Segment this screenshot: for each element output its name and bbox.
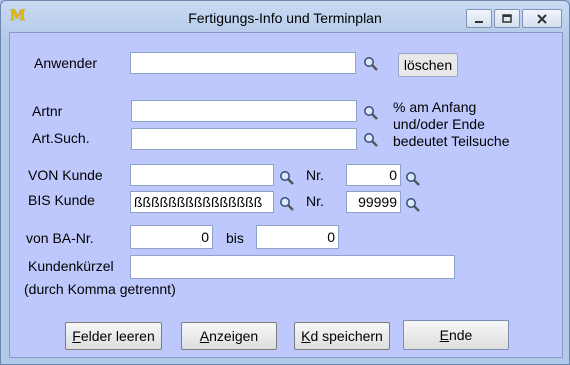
bis-nr-input[interactable]: 99999 [346, 191, 401, 213]
loeschen-button[interactable]: löschen [398, 53, 458, 77]
loeschen-label: löschen [403, 57, 453, 73]
ende-button[interactable]: Ende [403, 320, 509, 350]
anzeigen-button[interactable]: Anzeigen [181, 322, 277, 350]
bis-kunde-label: BIS Kunde [28, 192, 95, 208]
von-nr-input[interactable]: 0 [346, 164, 401, 186]
partial-search-hint: % am Anfang und/oder Ende bedeutet Teils… [393, 99, 510, 150]
artsuch-label: Art.Such. [32, 130, 90, 146]
von-ba-label: von BA-Nr. [26, 230, 94, 246]
form-panel: Anwender löschen Artnr Art.Such. % am An… [9, 32, 563, 358]
hint-line-1: % am Anfang [393, 99, 477, 115]
kd-speichern-mnemonic: K [301, 328, 311, 344]
hint-line-3: bedeutet Teilsuche [393, 133, 510, 149]
artsuch-input[interactable] [131, 128, 357, 150]
von-kunde-search-icon[interactable] [279, 170, 295, 186]
main-window: M Fertigungs-Info und Terminplan Anwende… [0, 0, 570, 365]
felder-leeren-mnemonic: F [72, 328, 81, 344]
close-button[interactable] [522, 9, 562, 28]
von-nr-search-icon[interactable] [405, 171, 421, 187]
felder-leeren-button[interactable]: Felder leeren [65, 322, 162, 350]
von-kunde-label: VON Kunde [28, 167, 103, 183]
artnr-label: Artnr [32, 103, 63, 119]
hint-line-2: und/oder Ende [393, 116, 485, 132]
minimize-icon [475, 20, 483, 23]
bis-kunde-input[interactable]: ßßßßßßßßßßßßßßß [130, 191, 274, 213]
bis-ba-input[interactable]: 0 [256, 225, 339, 249]
felder-leeren-label: elder leeren [80, 328, 155, 344]
von-nr-label: Nr. [306, 167, 324, 183]
bis-nr-label: Nr. [306, 193, 324, 209]
anzeigen-mnemonic: A [199, 328, 210, 344]
von-kunde-input[interactable] [130, 164, 274, 186]
anzeigen-label: nzeigen [209, 328, 259, 344]
anwender-label: Anwender [34, 55, 98, 71]
maximize-button[interactable] [494, 9, 520, 28]
artnr-search-icon[interactable] [363, 105, 379, 121]
ende-mnemonic: E [439, 327, 449, 343]
von-ba-input[interactable]: 0 [130, 225, 213, 249]
title-bar[interactable]: M Fertigungs-Info und Terminplan [1, 1, 569, 32]
kuerzel-input[interactable] [130, 255, 455, 279]
artsuch-search-icon[interactable] [363, 132, 379, 148]
anwender-input[interactable] [130, 52, 356, 74]
kuerzel-label: Kundenkürzel [28, 258, 114, 274]
artnr-input[interactable] [131, 100, 357, 122]
maximize-icon [502, 13, 512, 23]
kuerzel-sublabel: (durch Komma getrennt) [24, 281, 176, 297]
bis-nr-search-icon[interactable] [405, 197, 421, 213]
anwender-search-icon[interactable] [363, 56, 379, 72]
kd-speichern-label: d speichern [310, 328, 383, 344]
minimize-button[interactable] [466, 9, 492, 28]
kd-speichern-button[interactable]: Kd speichern [294, 322, 390, 350]
bis-kunde-search-icon[interactable] [279, 196, 295, 212]
ende-label: nde [448, 327, 473, 343]
bis-ba-label: bis [226, 230, 244, 246]
close-icon [537, 13, 547, 24]
